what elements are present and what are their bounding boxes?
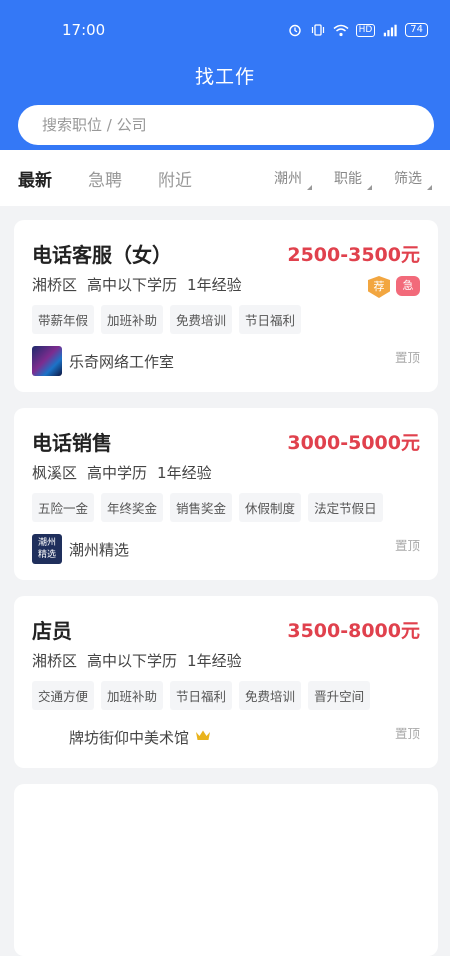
- filter-more[interactable]: 筛选: [394, 168, 432, 190]
- search-input[interactable]: [40, 115, 412, 135]
- job-tag: 加班补助: [101, 681, 164, 710]
- job-card[interactable]: 店员 3500-8000元 湘桥区 高中以下学历 1年经验 交通方便 加班补助 …: [14, 596, 438, 768]
- company-logo-text: 精选: [37, 550, 56, 560]
- job-salary: 2500-3500元: [287, 243, 420, 266]
- tab-urgent[interactable]: 急聘: [88, 166, 122, 191]
- status-icons: HD 74: [287, 23, 428, 37]
- job-tag: 免费培训: [170, 305, 233, 334]
- vibrate-icon: [310, 23, 326, 37]
- pin-label: 置顶: [394, 538, 420, 553]
- filter-group: 潮州 职能 筛选: [274, 150, 432, 206]
- job-card-partial[interactable]: [14, 784, 438, 956]
- job-district: 湘桥区: [32, 652, 78, 670]
- job-meta: 枫溪区 高中学历 1年经验: [32, 462, 420, 483]
- company-logo-text: 潮州: [37, 538, 56, 548]
- job-tag: 年终奖金: [101, 493, 164, 522]
- recommend-badge: 荐: [368, 276, 390, 298]
- job-tag: 带薪年假: [32, 305, 95, 334]
- job-title: 电话客服（女）: [32, 242, 172, 267]
- job-experience: 1年经验: [187, 276, 242, 294]
- job-tag: 休假制度: [239, 493, 302, 522]
- job-tags: 五险一金 年终奖金 销售奖金 休假制度 法定节假日: [32, 493, 420, 522]
- wifi-icon: [333, 23, 349, 37]
- job-education: 高中以下学历: [87, 652, 178, 670]
- job-title: 店员: [32, 618, 72, 643]
- job-title: 电话销售: [32, 430, 112, 455]
- job-meta: 湘桥区 高中以下学历 1年经验: [32, 650, 420, 671]
- crown-icon: [195, 729, 211, 746]
- job-salary: 3000-5000元: [287, 431, 420, 454]
- filter-city[interactable]: 潮州: [274, 168, 312, 190]
- company-name: 牌坊街仰中美术馆: [69, 728, 190, 747]
- job-tags: 带薪年假 加班补助 免费培训 节日福利: [32, 305, 420, 334]
- company-logo: 潮州 精选: [32, 534, 62, 564]
- job-meta: 湘桥区 高中以下学历 1年经验: [32, 274, 420, 295]
- app-header: 17:00 HD 74 找工作: [0, 0, 450, 150]
- signal-icon: [382, 23, 398, 37]
- tab-latest[interactable]: 最新: [18, 166, 52, 191]
- filter-function[interactable]: 职能: [334, 168, 372, 190]
- job-list: 电话客服（女） 2500-3500元 湘桥区 高中以下学历 1年经验 荐 急 带…: [0, 206, 450, 956]
- tab-nearby[interactable]: 附近: [158, 166, 192, 191]
- job-card[interactable]: 电话销售 3000-5000元 枫溪区 高中学历 1年经验 五险一金 年终奖金 …: [14, 408, 438, 580]
- company-name: 乐奇网络工作室: [69, 352, 175, 371]
- job-district: 湘桥区: [32, 276, 78, 294]
- job-experience: 1年经验: [157, 464, 212, 482]
- job-tag: 交通方便: [32, 681, 95, 710]
- job-tag: 加班补助: [101, 305, 164, 334]
- job-tag: 节日福利: [170, 681, 233, 710]
- hd-badge: HD: [355, 23, 376, 37]
- alarm-icon: [287, 23, 303, 37]
- battery-indicator: 74: [405, 23, 428, 37]
- job-education: 高中学历: [87, 464, 148, 482]
- job-tag: 节日福利: [239, 305, 302, 334]
- page-title: 找工作: [194, 66, 255, 88]
- tab-bar: 最新 急聘 附近 潮州 职能 筛选: [0, 150, 450, 206]
- pin-label: 置顶: [394, 726, 420, 741]
- job-tag: 法定节假日: [308, 493, 383, 522]
- job-tag: 晋升空间: [308, 681, 371, 710]
- job-salary: 3500-8000元: [287, 619, 420, 642]
- company-logo: [32, 346, 62, 376]
- pin-label: 置顶: [394, 350, 420, 365]
- company-info[interactable]: 潮州 精选 潮州精选: [32, 534, 420, 564]
- company-name: 潮州精选: [69, 540, 130, 559]
- company-info[interactable]: 牌坊街仰中美术馆: [32, 722, 420, 752]
- search-bar[interactable]: [18, 105, 434, 145]
- job-experience: 1年经验: [187, 652, 242, 670]
- job-tag: 销售奖金: [170, 493, 233, 522]
- job-tag: 免费培训: [239, 681, 302, 710]
- company-logo: [32, 722, 62, 752]
- status-bar: 17:00 HD 74: [0, 0, 450, 60]
- job-card[interactable]: 电话客服（女） 2500-3500元 湘桥区 高中以下学历 1年经验 荐 急 带…: [14, 220, 438, 392]
- urgent-badge: 急: [396, 276, 420, 296]
- company-info[interactable]: 乐奇网络工作室: [32, 346, 420, 376]
- job-tag: 五险一金: [32, 493, 95, 522]
- job-education: 高中以下学历: [87, 276, 178, 294]
- job-tags: 交通方便 加班补助 节日福利 免费培训 晋升空间: [32, 681, 420, 710]
- status-time: 17:00: [62, 21, 106, 39]
- job-district: 枫溪区: [32, 464, 78, 482]
- job-badges: 荐 急: [368, 276, 420, 298]
